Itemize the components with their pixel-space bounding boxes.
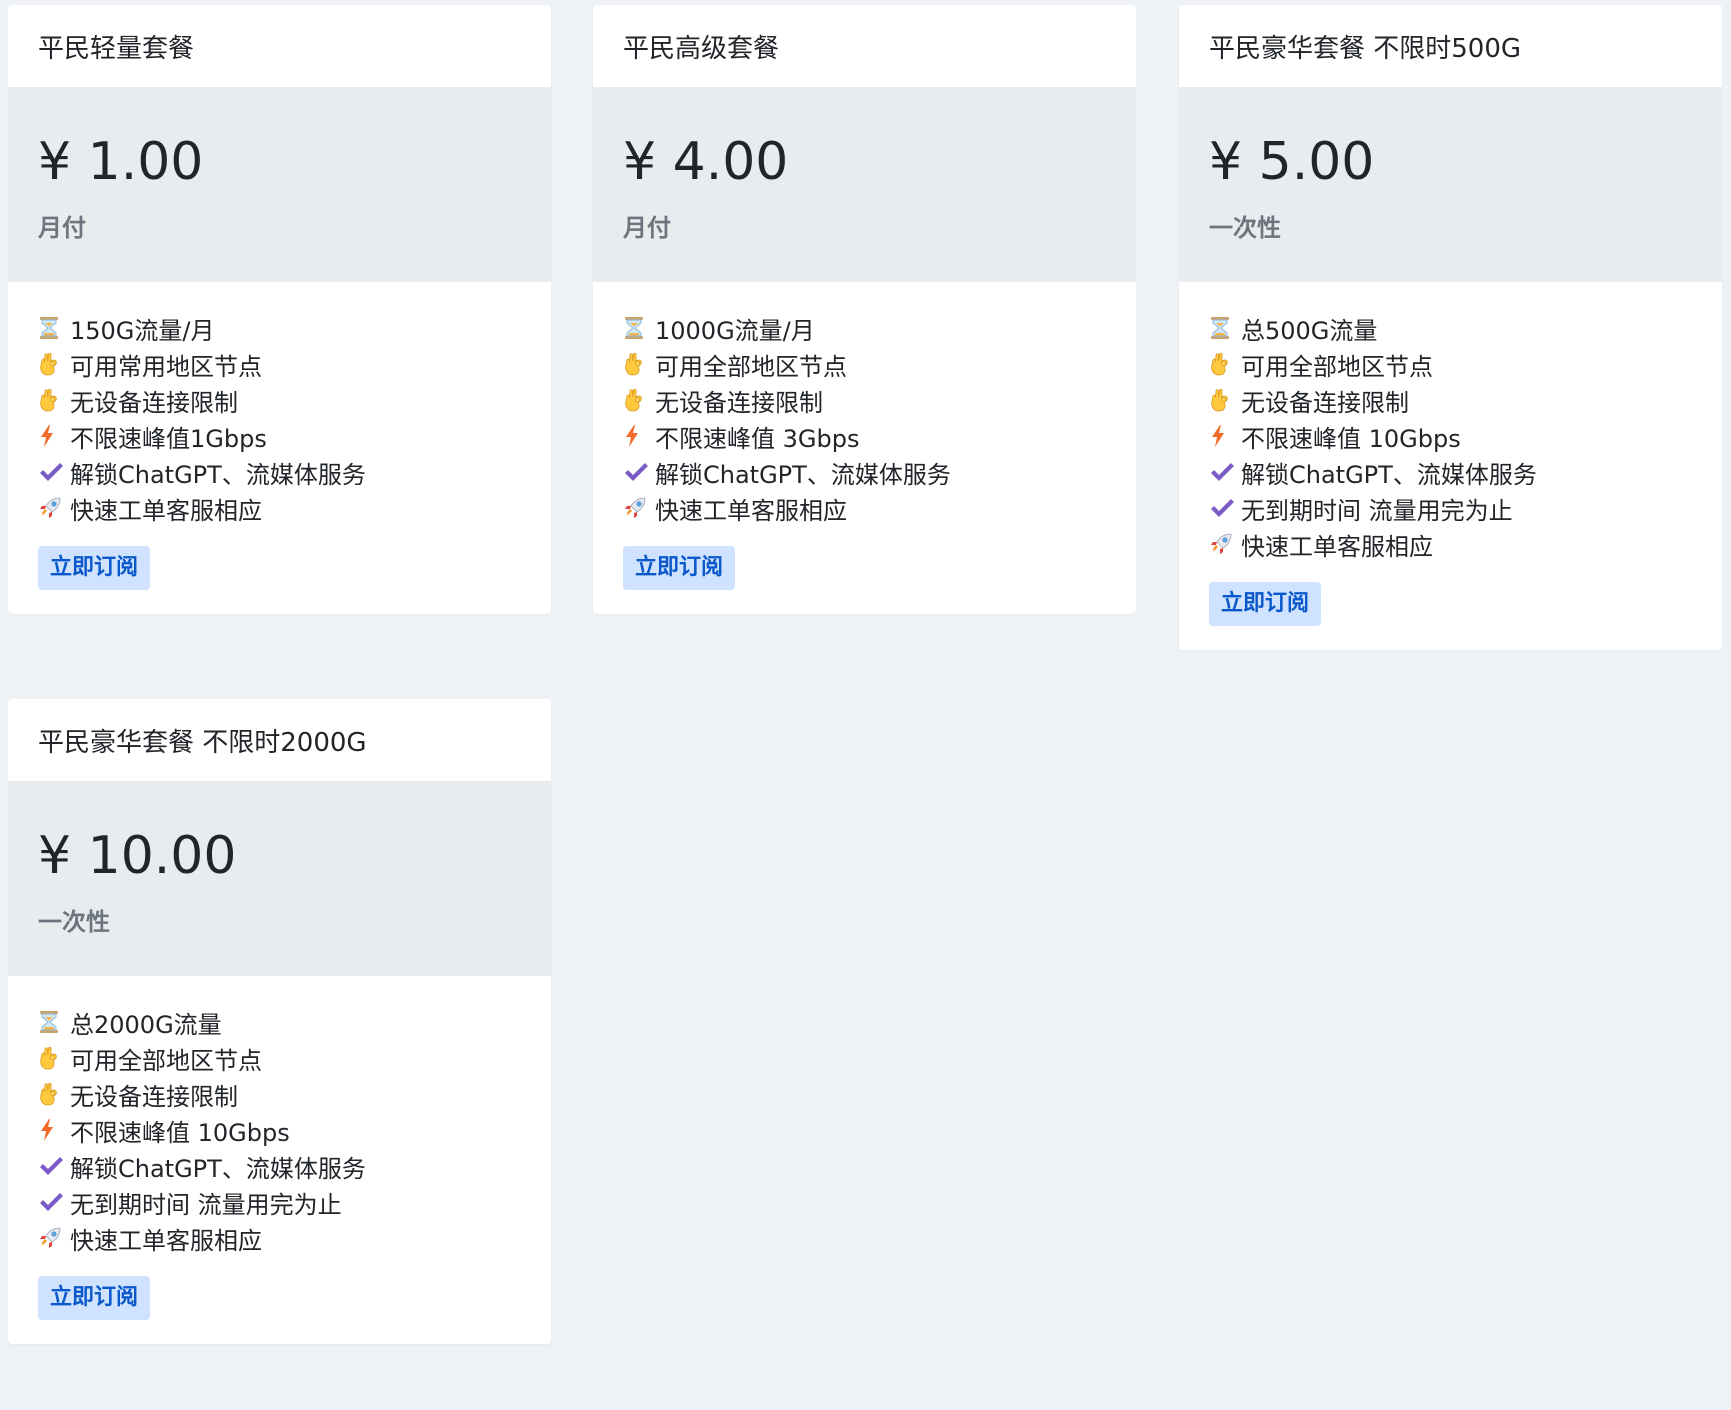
- subscribe-button[interactable]: 立即订阅: [623, 546, 736, 590]
- ok-hand-icon: [623, 352, 655, 376]
- feature-item: 无设备连接限制: [38, 1076, 521, 1112]
- plan-card: 平民高级套餐 ¥ 4.00 月付 1000G流量/月 可用全部地区节点 无设备连…: [593, 5, 1136, 614]
- feature-item: 可用全部地区节点: [623, 346, 1106, 382]
- feature-item: 可用全部地区节点: [38, 1040, 521, 1076]
- feature-list: 总500G流量 可用全部地区节点 无设备连接限制 不限速峰值 10Gbps 解锁…: [1179, 282, 1722, 650]
- rocket-icon: [623, 496, 655, 520]
- feature-item: 解锁ChatGPT、流媒体服务: [623, 454, 1106, 490]
- check-icon: [38, 1155, 70, 1177]
- feature-item: 可用全部地区节点: [1209, 346, 1692, 382]
- feature-item: 无到期时间 流量用完为止: [38, 1184, 521, 1220]
- feature-list: 150G流量/月 可用常用地区节点 无设备连接限制 不限速峰值1Gbps 解锁C…: [8, 282, 551, 614]
- feature-item: 不限速峰值 3Gbps: [623, 418, 1106, 454]
- hourglass-icon: [38, 1010, 70, 1034]
- feature-item: 快速工单客服相应: [38, 1220, 521, 1256]
- feature-item: 无设备连接限制: [1209, 382, 1692, 418]
- plan-title: 平民豪华套餐 不限时500G: [1209, 33, 1522, 64]
- plan-price: ¥ 5.00: [1209, 132, 1375, 192]
- plan-title: 平民轻量套餐: [38, 33, 195, 64]
- check-icon: [623, 461, 655, 483]
- plan-card: 平民轻量套餐 ¥ 1.00 月付 150G流量/月 可用常用地区节点 无设备连接…: [8, 5, 551, 614]
- feature-item: 1000G流量/月: [623, 310, 1106, 346]
- ok-hand-icon: [1209, 388, 1241, 412]
- feature-item: 无到期时间 流量用完为止: [1209, 490, 1692, 526]
- plan-price: ¥ 4.00: [623, 132, 789, 192]
- hourglass-icon: [1209, 316, 1241, 340]
- plan-price: ¥ 10.00: [38, 826, 237, 886]
- plan-period: 月付: [623, 214, 671, 242]
- feature-item: 无设备连接限制: [623, 382, 1106, 418]
- feature-item: 总2000G流量: [38, 1004, 521, 1040]
- check-icon: [38, 461, 70, 483]
- feature-item: 解锁ChatGPT、流媒体服务: [38, 1148, 521, 1184]
- feature-list: 总2000G流量 可用全部地区节点 无设备连接限制 不限速峰值 10Gbps 解…: [8, 976, 551, 1344]
- feature-item: 不限速峰值 10Gbps: [38, 1112, 521, 1148]
- feature-item: 解锁ChatGPT、流媒体服务: [1209, 454, 1692, 490]
- feature-item: 不限速峰值1Gbps: [38, 418, 521, 454]
- feature-item: 快速工单客服相应: [1209, 526, 1692, 562]
- check-icon: [1209, 497, 1241, 519]
- feature-item: 快速工单客服相应: [623, 490, 1106, 526]
- rocket-icon: [38, 496, 70, 520]
- feature-item: 不限速峰值 10Gbps: [1209, 418, 1692, 454]
- feature-list: 1000G流量/月 可用全部地区节点 无设备连接限制 不限速峰值 3Gbps 解…: [593, 282, 1136, 614]
- lightning-icon: [38, 424, 70, 448]
- lightning-icon: [1209, 424, 1241, 448]
- feature-item: 无设备连接限制: [38, 382, 521, 418]
- feature-item: 150G流量/月: [38, 310, 521, 346]
- plan-period: 月付: [38, 214, 86, 242]
- check-icon: [1209, 461, 1241, 483]
- subscribe-button[interactable]: 立即订阅: [1209, 582, 1322, 626]
- plan-price: ¥ 1.00: [38, 132, 204, 192]
- price-box: ¥ 10.00 一次性: [8, 781, 551, 976]
- check-icon: [38, 1191, 70, 1213]
- feature-item: 快速工单客服相应: [38, 490, 521, 526]
- feature-item: 可用常用地区节点: [38, 346, 521, 382]
- price-box: ¥ 4.00 月付: [593, 87, 1136, 282]
- lightning-icon: [38, 1118, 70, 1142]
- ok-hand-icon: [38, 1082, 70, 1106]
- rocket-icon: [38, 1226, 70, 1250]
- ok-hand-icon: [38, 1046, 70, 1070]
- price-box: ¥ 1.00 月付: [8, 87, 551, 282]
- subscribe-button[interactable]: 立即订阅: [38, 1276, 151, 1320]
- plan-title: 平民豪华套餐 不限时2000G: [38, 727, 367, 758]
- hourglass-icon: [38, 316, 70, 340]
- ok-hand-icon: [623, 388, 655, 412]
- hourglass-icon: [623, 316, 655, 340]
- lightning-icon: [623, 424, 655, 448]
- feature-item: 总500G流量: [1209, 310, 1692, 346]
- feature-item: 解锁ChatGPT、流媒体服务: [38, 454, 521, 490]
- plan-title: 平民高级套餐: [623, 33, 780, 64]
- price-box: ¥ 5.00 一次性: [1179, 87, 1722, 282]
- subscribe-button[interactable]: 立即订阅: [38, 546, 151, 590]
- plan-period: 一次性: [38, 908, 110, 936]
- plan-card: 平民豪华套餐 不限时500G ¥ 5.00 一次性 总500G流量 可用全部地区…: [1179, 5, 1722, 650]
- rocket-icon: [1209, 532, 1241, 556]
- plan-period: 一次性: [1209, 214, 1281, 242]
- plan-card: 平民豪华套餐 不限时2000G ¥ 10.00 一次性 总2000G流量 可用全…: [8, 699, 551, 1344]
- ok-hand-icon: [38, 388, 70, 412]
- ok-hand-icon: [1209, 352, 1241, 376]
- ok-hand-icon: [38, 352, 70, 376]
